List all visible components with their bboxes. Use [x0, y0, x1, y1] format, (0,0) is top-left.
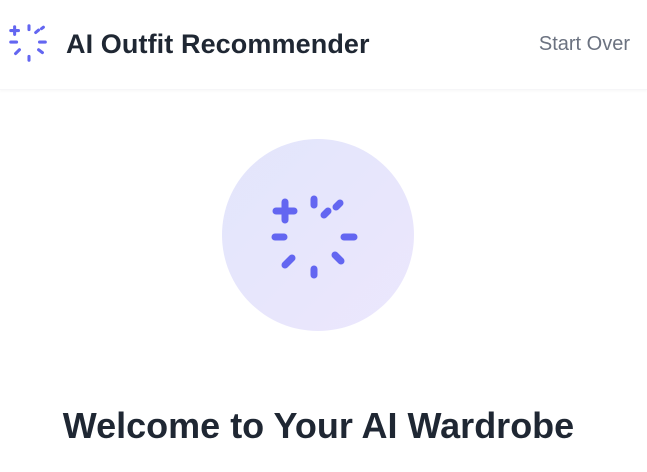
app-title: AI Outfit Recommender: [66, 28, 370, 59]
sparkle-loader-icon: [9, 24, 47, 62]
start-over-button[interactable]: Start Over: [539, 33, 630, 56]
hero-icon-circle: [222, 139, 414, 331]
sparkle-loader-icon: [271, 195, 358, 279]
brand: AI Outfit Recommender: [6, 20, 370, 68]
welcome-heading: Welcome to Your AI Wardrobe: [62, 405, 575, 446]
top-bar: AI Outfit Recommender Start Over: [0, 0, 647, 90]
